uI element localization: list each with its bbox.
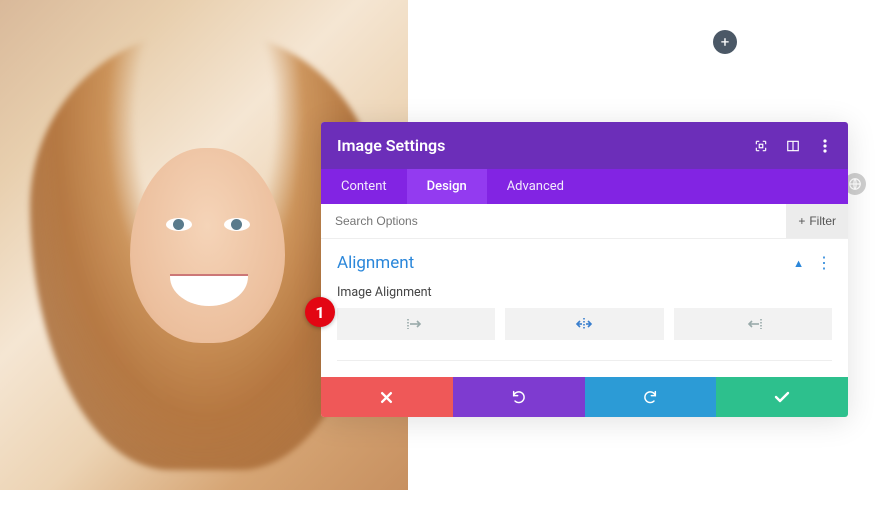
redo-icon	[642, 389, 658, 405]
tab-content[interactable]: Content	[321, 169, 407, 204]
undo-button[interactable]	[453, 377, 585, 417]
add-module-button[interactable]: +	[713, 30, 737, 54]
redo-button[interactable]	[585, 377, 717, 417]
expand-icon[interactable]	[754, 139, 768, 153]
modal-footer	[321, 377, 848, 417]
check-icon	[774, 391, 790, 403]
align-right-button[interactable]	[674, 308, 832, 340]
field-label: Image Alignment	[337, 285, 832, 300]
modal-header: Image Settings	[321, 122, 848, 169]
undo-icon	[511, 389, 527, 405]
cancel-button[interactable]	[321, 377, 453, 417]
section-menu-icon[interactable]: ⋮	[816, 255, 832, 271]
alignment-options	[337, 308, 832, 361]
menu-icon[interactable]	[818, 139, 832, 153]
annotation-number: 1	[315, 303, 324, 322]
tab-design[interactable]: Design	[407, 169, 487, 204]
search-input[interactable]	[321, 204, 786, 238]
plus-icon: +	[721, 33, 730, 51]
search-row: + Filter	[321, 204, 848, 239]
annotation-marker-1: 1	[305, 297, 335, 327]
align-center-button[interactable]	[505, 308, 663, 340]
filter-label: Filter	[809, 214, 836, 228]
alignment-section: Alignment ▲ ⋮ Image Alignment	[321, 239, 848, 377]
section-title: Alignment	[337, 253, 414, 273]
image-settings-modal: Image Settings Content Design Advanced +…	[321, 122, 848, 417]
align-center-icon	[575, 318, 593, 330]
plus-icon: +	[798, 214, 805, 228]
modal-tabs: Content Design Advanced	[321, 169, 848, 204]
align-left-button[interactable]	[337, 308, 495, 340]
filter-button[interactable]: + Filter	[786, 204, 848, 238]
align-left-icon	[407, 318, 425, 330]
modal-title: Image Settings	[337, 136, 445, 155]
align-right-icon	[744, 318, 762, 330]
confirm-button[interactable]	[716, 377, 848, 417]
columns-icon[interactable]	[786, 139, 800, 153]
collapse-icon[interactable]: ▲	[793, 257, 804, 270]
close-icon	[380, 391, 393, 404]
tab-advanced[interactable]: Advanced	[487, 169, 584, 204]
